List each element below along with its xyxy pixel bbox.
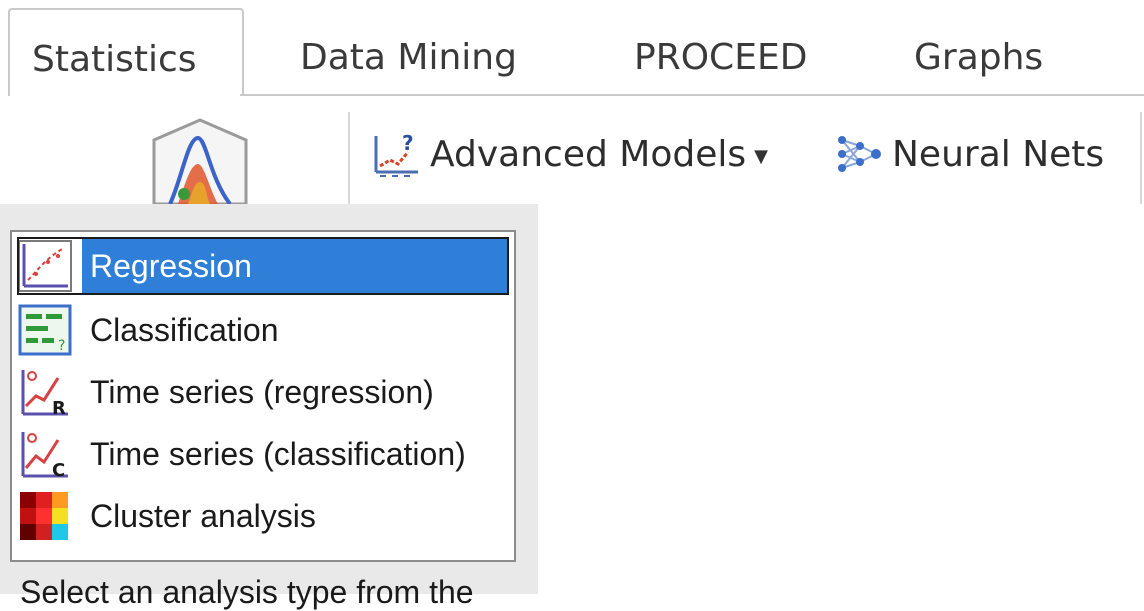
svg-text:R: R: [52, 398, 66, 418]
advanced-models-button[interactable]: ? Advanced Models ▼: [372, 128, 768, 180]
list-item-regression[interactable]: Regression: [17, 237, 509, 295]
regression-icon: [18, 240, 72, 292]
ribbon-tab-strip: Statistics Data Mining PROCEED Graphs: [0, 0, 1144, 98]
list-item-cluster-analysis[interactable]: Cluster analysis: [18, 488, 508, 544]
list-item-time-series-regression[interactable]: R Time series (regression): [18, 364, 508, 420]
svg-text:C: C: [52, 460, 65, 480]
svg-text:?: ?: [58, 338, 65, 354]
distribution-fitting-icon[interactable]: [148, 118, 252, 204]
list-item-label: Time series (classification): [90, 435, 466, 472]
classification-icon: ?: [18, 304, 72, 356]
svg-text:?: ?: [402, 131, 414, 155]
neural-nets-icon: [834, 130, 884, 178]
list-item-classification[interactable]: ? Classification: [18, 302, 508, 358]
chevron-down-icon: ▼: [754, 145, 768, 167]
time-series-classification-icon: C: [18, 428, 72, 481]
advanced-models-icon: ?: [372, 130, 422, 178]
list-item-time-series-classification[interactable]: C Time series (classification): [18, 426, 508, 482]
tab-proceed[interactable]: PROCEED: [634, 36, 807, 80]
tab-statistics-label: Statistics: [32, 39, 197, 80]
list-item-label: Regression: [82, 239, 508, 293]
ribbon-separator: [348, 112, 350, 204]
tab-statistics[interactable]: Statistics: [8, 8, 244, 98]
cluster-analysis-icon: [18, 490, 72, 542]
advanced-models-label: Advanced Models: [430, 133, 747, 175]
list-item-label: Cluster analysis: [90, 497, 316, 534]
neural-nets-label: Neural Nets: [892, 133, 1105, 175]
tab-graphs[interactable]: Graphs: [914, 36, 1043, 80]
ribbon-separator-right: [1140, 112, 1142, 204]
tab-data-mining[interactable]: Data Mining: [300, 36, 517, 80]
neural-nets-button[interactable]: Neural Nets: [834, 128, 1104, 180]
list-item-label: Classification: [90, 311, 279, 348]
list-item-label: Time series (regression): [90, 373, 434, 410]
time-series-regression-icon: R: [18, 366, 72, 419]
hint-text: Select an analysis type from the: [20, 574, 474, 610]
analysis-type-listbox[interactable]: Regression ? Classification R Time serie…: [10, 230, 516, 562]
